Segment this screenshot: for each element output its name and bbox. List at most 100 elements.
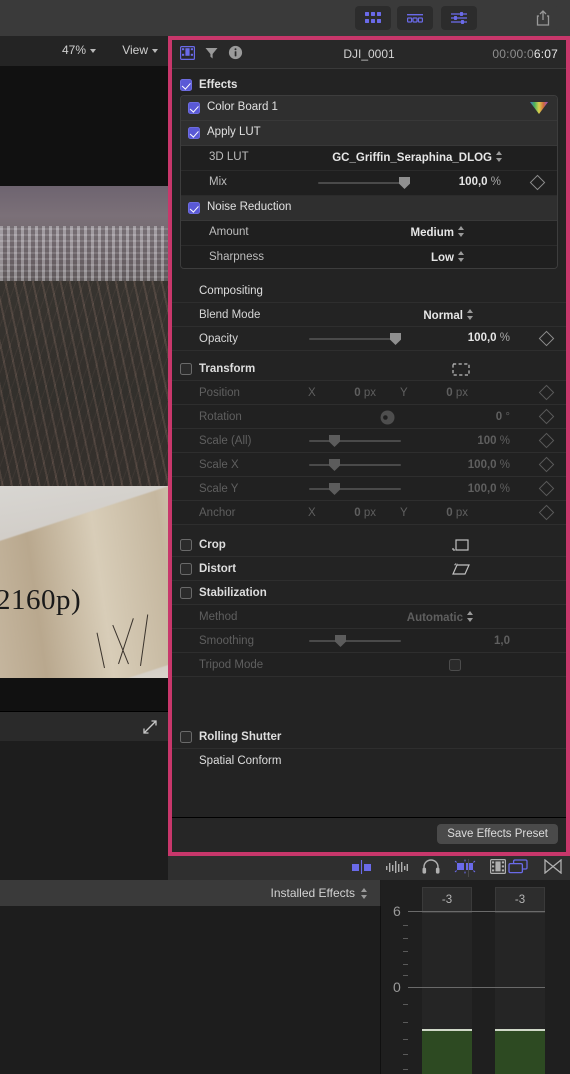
- slider-knob[interactable]: [329, 435, 340, 447]
- color-board-checkbox[interactable]: [188, 102, 200, 114]
- slider-knob[interactable]: [329, 459, 340, 471]
- anchor-row[interactable]: Anchor X 0 px Y 0 px: [172, 501, 566, 525]
- distort-header-row[interactable]: Distort: [172, 557, 566, 581]
- slider-knob[interactable]: [399, 177, 410, 189]
- filmstrip-icon[interactable]: [490, 859, 506, 874]
- scale-y-row[interactable]: Scale Y 100,0 %: [172, 477, 566, 501]
- anchor-x-value[interactable]: 0 px: [322, 507, 376, 519]
- video-animation-icon[interactable]: [352, 859, 372, 874]
- keyframe-button[interactable]: [538, 408, 555, 425]
- keyframe-button[interactable]: [538, 504, 555, 521]
- distort-checkbox[interactable]: [180, 562, 192, 575]
- color-board-swatch-icon[interactable]: [529, 101, 549, 115]
- scale-y-slider[interactable]: [309, 482, 401, 496]
- tripod-mode-row[interactable]: Tripod Mode: [172, 653, 566, 677]
- noise-reduction-checkbox[interactable]: [188, 202, 200, 214]
- apply-lut-checkbox[interactable]: [188, 127, 200, 139]
- viewer-toolbar: 47% View: [0, 36, 168, 66]
- slider-knob[interactable]: [335, 635, 346, 647]
- crop-header-row[interactable]: Crop: [172, 533, 566, 557]
- param-mix-value[interactable]: 100,0 %: [439, 176, 501, 188]
- opacity-row[interactable]: Opacity 100,0 %: [172, 327, 566, 351]
- viewer-canvas[interactable]: 0x2160p): [0, 66, 168, 711]
- scale-all-row[interactable]: Scale (All) 100 %: [172, 429, 566, 453]
- position-x-value[interactable]: 0 px: [322, 387, 376, 399]
- headphones-icon[interactable]: [422, 859, 440, 874]
- opacity-slider[interactable]: [309, 332, 401, 346]
- keyframe-button[interactable]: [538, 480, 555, 497]
- opacity-value[interactable]: 100,0 %: [448, 332, 510, 344]
- stabilization-smoothing-row[interactable]: Smoothing 1,0: [172, 629, 566, 653]
- param-sharpness[interactable]: Sharpness Low: [181, 246, 557, 268]
- expand-button[interactable]: [141, 718, 159, 736]
- keyframe-button[interactable]: [538, 330, 555, 347]
- keyframe-button[interactable]: [538, 456, 555, 473]
- param-sharpness-value[interactable]: Low: [431, 251, 465, 264]
- scale-x-value[interactable]: 100,0 %: [448, 459, 510, 471]
- stabilization-method-row[interactable]: Method Automatic: [172, 605, 566, 629]
- inspector-header: DJI_0001 00:00:06:07: [172, 40, 566, 69]
- smoothing-slider[interactable]: [309, 634, 401, 648]
- save-effects-preset-button[interactable]: Save Effects Preset: [437, 824, 558, 844]
- crop-icon[interactable]: [452, 539, 470, 555]
- param-amount-value[interactable]: Medium: [411, 226, 465, 239]
- param-mix-slider[interactable]: [318, 176, 410, 190]
- keyframe-button[interactable]: [538, 432, 555, 449]
- scale-y-value[interactable]: 100,0 %: [448, 483, 510, 495]
- transform-header-row[interactable]: Transform: [172, 357, 566, 381]
- scale-x-row[interactable]: Scale X 100,0 %: [172, 453, 566, 477]
- view-menu[interactable]: View: [122, 43, 158, 57]
- stabilization-header-row[interactable]: Stabilization: [172, 581, 566, 605]
- keyframe-button[interactable]: [538, 384, 555, 401]
- crop-checkbox[interactable]: [180, 538, 192, 551]
- scale-all-value[interactable]: 100 %: [448, 435, 510, 447]
- tripod-mode-checkbox[interactable]: [449, 659, 461, 671]
- blend-mode-value[interactable]: Normal: [423, 309, 474, 322]
- scale-all-slider[interactable]: [309, 434, 401, 448]
- share-button[interactable]: [527, 6, 559, 30]
- param-amount[interactable]: Amount Medium: [181, 221, 557, 246]
- slider-knob[interactable]: [390, 333, 401, 345]
- anchor-y-value[interactable]: 0 px: [414, 507, 468, 519]
- position-y-value[interactable]: 0 px: [414, 387, 468, 399]
- param-mix[interactable]: Mix 100,0 %: [181, 171, 557, 196]
- audio-waveform-icon[interactable]: [386, 860, 408, 874]
- transform-checkbox[interactable]: [180, 362, 192, 375]
- keyframe-button[interactable]: [529, 174, 546, 191]
- list-view-button[interactable]: [397, 6, 433, 30]
- rotation-row[interactable]: Rotation 0 °: [172, 405, 566, 429]
- transform-icon[interactable]: [452, 363, 470, 379]
- timecode[interactable]: 00:00:06:07: [492, 47, 558, 61]
- scale-x-slider[interactable]: [309, 458, 401, 472]
- audio-meters-panel[interactable]: -3 -3 6 0: [381, 880, 570, 1074]
- scale-all-label: Scale (All): [199, 434, 252, 447]
- rolling-shutter-header-row[interactable]: Rolling Shutter: [172, 725, 566, 749]
- smoothing-value[interactable]: 1,0: [448, 635, 510, 647]
- effect-noise-reduction-header[interactable]: Noise Reduction: [181, 196, 557, 221]
- duplicate-window-icon[interactable]: [508, 859, 528, 874]
- param-3d-lut-value[interactable]: GC_Griffin_Seraphina_DLOG: [332, 151, 503, 164]
- position-row[interactable]: Position X 0 px Y 0 px: [172, 381, 566, 405]
- effect-color-board-header[interactable]: Color Board 1: [181, 96, 557, 121]
- installed-effects-menu[interactable]: Installed Effects: [271, 886, 369, 900]
- rotation-dial[interactable]: [380, 410, 395, 428]
- scale-y-label: Scale Y: [199, 482, 239, 495]
- slider-knob[interactable]: [329, 483, 340, 495]
- adjustments-button[interactable]: [441, 6, 477, 30]
- timeline-index-icon[interactable]: [544, 859, 562, 874]
- effects-browser-body[interactable]: [0, 906, 381, 1074]
- zoom-level-menu[interactable]: 47%: [62, 43, 96, 57]
- blend-mode-row[interactable]: Blend Mode Normal: [172, 303, 566, 327]
- rolling-shutter-checkbox[interactable]: [180, 730, 192, 743]
- effects-checkbox[interactable]: [180, 79, 192, 91]
- rotation-value[interactable]: 0 °: [448, 411, 510, 423]
- param-sharpness-label: Sharpness: [209, 251, 264, 263]
- distort-icon[interactable]: [452, 563, 470, 579]
- effect-apply-lut-header[interactable]: Apply LUT: [181, 121, 557, 146]
- audio-meters-icon[interactable]: [454, 859, 476, 874]
- spatial-conform-row[interactable]: Spatial Conform: [172, 749, 566, 773]
- method-value[interactable]: Automatic: [407, 611, 474, 624]
- grid-view-button[interactable]: [355, 6, 391, 30]
- param-3d-lut[interactable]: 3D LUT GC_Griffin_Seraphina_DLOG: [181, 146, 557, 171]
- stabilization-checkbox[interactable]: [180, 586, 192, 599]
